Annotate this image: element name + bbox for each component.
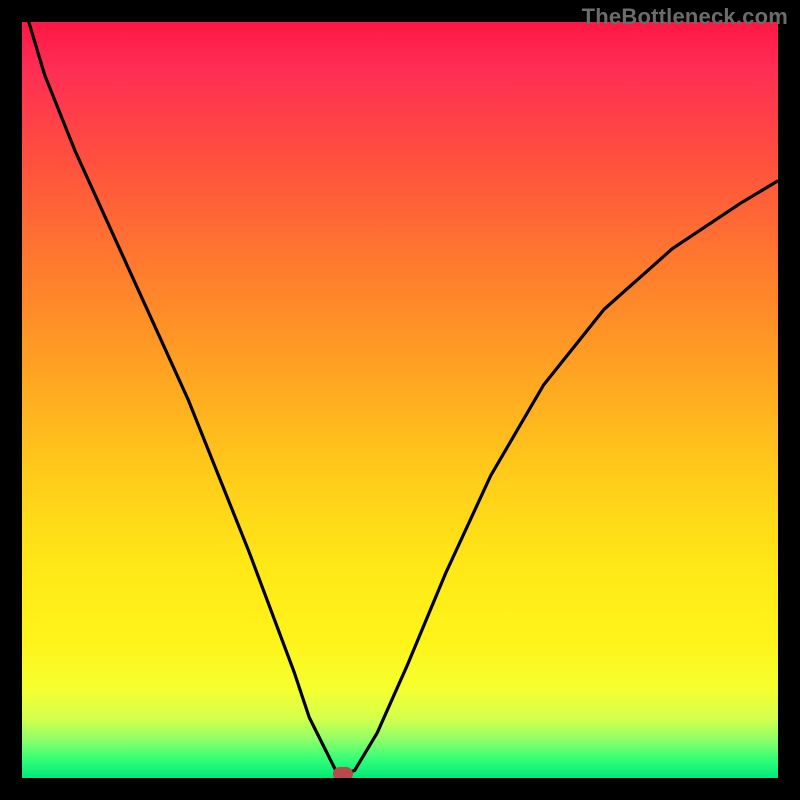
- chart-frame: TheBottleneck.com: [0, 0, 800, 800]
- bottleneck-curve: [22, 22, 778, 778]
- plot-area: [22, 22, 778, 778]
- watermark-text: TheBottleneck.com: [582, 4, 788, 30]
- optimal-marker: [333, 767, 353, 778]
- curve-path: [22, 22, 778, 774]
